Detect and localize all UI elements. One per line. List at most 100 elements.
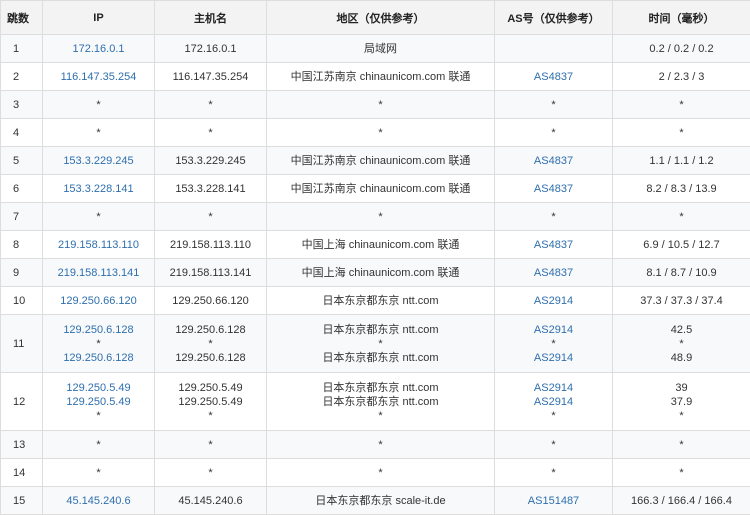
column-header-time: 时间（毫秒） — [612, 0, 750, 35]
column-header-region: 地区（仅供参考） — [266, 0, 495, 35]
host-cell: 129.250.66.120 — [154, 286, 267, 315]
as-link[interactable]: AS4837 — [495, 266, 612, 280]
time-value: 8.2 / 8.3 / 13.9 — [646, 182, 717, 195]
ip-link[interactable]: 219.158.113.110 — [43, 238, 154, 252]
table-row: 11 129.250.6.128 * 129.250.6.128 129.250.6.1… — [0, 314, 750, 373]
time-cell: * — [612, 90, 750, 119]
ip-link[interactable]: 116.147.35.254 — [43, 70, 154, 84]
timeout-marker: * — [96, 98, 101, 111]
timeout-marker: * — [378, 337, 383, 350]
timeout-marker: * — [378, 98, 383, 111]
time-cell: * — [612, 458, 750, 487]
timeout-marker: * — [378, 126, 383, 139]
ip-cell: * — [42, 90, 155, 119]
time-value: 39 — [675, 381, 688, 394]
time-cell: 2 / 2.3 / 3 — [612, 62, 750, 91]
timeout-marker: * — [679, 409, 684, 422]
region-value: 中国江苏南京 chinaunicom.com 联通 — [290, 154, 471, 167]
table-row: 12 129.250.5.49 129.250.5.49 * 129.250.5.49 1… — [0, 372, 750, 431]
host-cell: 219.158.113.141 — [154, 258, 267, 287]
table-row: 1 172.16.0.1 172.16.0.1 局域网 0.2 / 0.2 / 0.2 — [0, 34, 750, 63]
region-cell: * — [266, 90, 495, 119]
timeout-marker: * — [208, 409, 213, 422]
host-value: 116.147.35.254 — [172, 70, 249, 83]
ip-link[interactable]: 45.145.240.6 — [43, 494, 154, 508]
ip-cell: * — [42, 202, 155, 231]
host-cell: 129.250.5.49 129.250.5.49 * — [154, 372, 267, 431]
timeout-marker: * — [96, 337, 101, 350]
as-cell: AS4837 — [494, 146, 613, 175]
timeout-marker: * — [679, 210, 684, 223]
region-value: 中国上海 chinaunicom.com 联通 — [301, 238, 460, 251]
as-link[interactable]: AS4837 — [495, 154, 612, 168]
timeout-marker: * — [551, 466, 556, 479]
time-cell: * — [612, 118, 750, 147]
ip-cell: 129.250.66.120 — [42, 286, 155, 315]
ip-link[interactable]: 153.3.229.245 — [43, 154, 154, 168]
column-header-hop: 跳数 — [0, 0, 43, 35]
hop-cell: 3 — [0, 90, 43, 119]
timeout-marker: * — [679, 438, 684, 451]
region-value: 局域网 — [364, 42, 397, 55]
as-link[interactable]: AS2914 — [495, 395, 612, 409]
hop-cell: 4 — [0, 118, 43, 147]
traceroute-rows: 1 172.16.0.1 172.16.0.1 局域网 0.2 / 0.2 / 0.2 2… — [0, 34, 750, 515]
timeout-marker: * — [378, 210, 383, 223]
table-row: 10 129.250.66.120 129.250.66.120 日本东京都东京 nt… — [0, 286, 750, 315]
ip-link[interactable]: 129.250.6.128 — [43, 323, 154, 337]
time-value: 0.2 / 0.2 / 0.2 — [649, 42, 714, 55]
column-header-as: AS号（仅供参考） — [494, 0, 613, 35]
time-value: 37.9 — [670, 395, 693, 408]
timeout-marker: * — [551, 337, 556, 350]
hop-cell: 9 — [0, 258, 43, 287]
as-cell: * — [494, 430, 613, 459]
as-cell: AS2914 — [494, 286, 613, 315]
as-cell: AS2914 AS2914 * — [494, 372, 613, 431]
ip-link[interactable]: 172.16.0.1 — [43, 42, 154, 56]
as-link[interactable]: AS2914 — [495, 351, 612, 365]
region-value: 日本东京都东京 ntt.com — [322, 395, 439, 408]
ip-link[interactable]: 129.250.5.49 — [43, 395, 154, 409]
region-cell: 局域网 — [266, 34, 495, 63]
time-cell: 39 37.9 * — [612, 372, 750, 431]
as-cell: * — [494, 118, 613, 147]
as-link[interactable]: AS2914 — [495, 294, 612, 308]
ip-cell: * — [42, 458, 155, 487]
as-link[interactable]: AS4837 — [495, 182, 612, 196]
host-value: 129.250.5.49 — [178, 381, 243, 394]
as-cell: * — [494, 202, 613, 231]
time-cell: * — [612, 430, 750, 459]
timeout-marker: * — [679, 466, 684, 479]
as-link[interactable]: AS4837 — [495, 70, 612, 84]
timeout-marker: * — [208, 98, 213, 111]
host-value: 219.158.113.110 — [170, 238, 251, 251]
ip-link[interactable]: 129.250.5.49 — [43, 381, 154, 395]
time-value: 8.1 / 8.7 / 10.9 — [646, 266, 717, 279]
region-cell: * — [266, 430, 495, 459]
time-value: 42.5 — [670, 323, 693, 336]
ip-link[interactable]: 153.3.228.141 — [43, 182, 154, 196]
host-cell: * — [154, 90, 267, 119]
hop-cell: 13 — [0, 430, 43, 459]
hop-cell: 5 — [0, 146, 43, 175]
as-link[interactable]: AS2914 — [495, 381, 612, 395]
as-link[interactable]: AS2914 — [495, 323, 612, 337]
timeout-marker: * — [96, 210, 101, 223]
table-row: 8 219.158.113.110 219.158.113.110 中国上海 chin… — [0, 230, 750, 259]
as-link[interactable]: AS4837 — [495, 238, 612, 252]
table-row: 4 * * * * * — [0, 118, 750, 147]
as-link[interactable]: AS151487 — [495, 494, 612, 508]
time-cell: * — [612, 202, 750, 231]
region-value: 中国上海 chinaunicom.com 联通 — [301, 266, 460, 279]
timeout-marker: * — [208, 337, 213, 350]
timeout-marker: * — [208, 210, 213, 223]
ip-link[interactable]: 129.250.66.120 — [43, 294, 154, 308]
table-row: 13 * * * * * — [0, 430, 750, 459]
ip-cell: 172.16.0.1 — [42, 34, 155, 63]
ip-link[interactable]: 219.158.113.141 — [43, 266, 154, 280]
host-value: 172.16.0.1 — [184, 42, 237, 55]
table-row: 7 * * * * * — [0, 202, 750, 231]
ip-link[interactable]: 129.250.6.128 — [43, 351, 154, 365]
region-value: 日本东京都东京 ntt.com — [322, 323, 439, 336]
host-cell: 219.158.113.110 — [154, 230, 267, 259]
